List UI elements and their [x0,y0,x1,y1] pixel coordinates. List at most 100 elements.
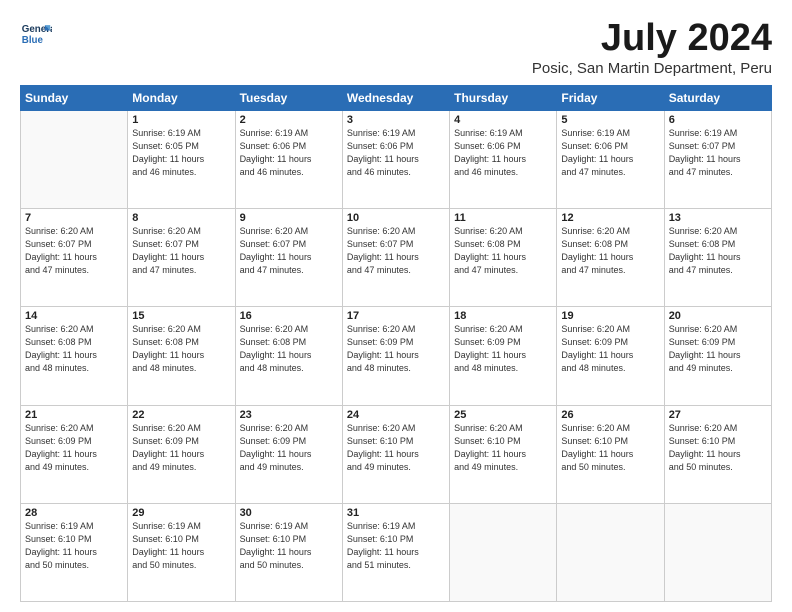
day-info: Sunrise: 6:20 AM Sunset: 6:10 PM Dayligh… [347,422,445,474]
day-number: 13 [669,212,767,224]
day-info: Sunrise: 6:20 AM Sunset: 6:10 PM Dayligh… [561,422,659,474]
main-title: July 2024 [532,18,772,60]
day-info: Sunrise: 6:20 AM Sunset: 6:09 PM Dayligh… [240,422,338,474]
day-info: Sunrise: 6:20 AM Sunset: 6:08 PM Dayligh… [240,323,338,375]
day-info: Sunrise: 6:20 AM Sunset: 6:08 PM Dayligh… [454,225,552,277]
day-info: Sunrise: 6:20 AM Sunset: 6:09 PM Dayligh… [347,323,445,375]
day-cell: 21Sunrise: 6:20 AM Sunset: 6:09 PM Dayli… [21,405,128,503]
day-info: Sunrise: 6:20 AM Sunset: 6:09 PM Dayligh… [132,422,230,474]
day-info: Sunrise: 6:19 AM Sunset: 6:10 PM Dayligh… [347,520,445,572]
day-cell: 15Sunrise: 6:20 AM Sunset: 6:08 PM Dayli… [128,307,235,405]
day-number: 17 [347,310,445,322]
day-number: 14 [25,310,123,322]
col-header-thursday: Thursday [450,85,557,110]
day-info: Sunrise: 6:20 AM Sunset: 6:09 PM Dayligh… [561,323,659,375]
day-cell: 19Sunrise: 6:20 AM Sunset: 6:09 PM Dayli… [557,307,664,405]
day-cell: 25Sunrise: 6:20 AM Sunset: 6:10 PM Dayli… [450,405,557,503]
day-cell: 28Sunrise: 6:19 AM Sunset: 6:10 PM Dayli… [21,503,128,601]
day-number: 4 [454,114,552,126]
day-info: Sunrise: 6:20 AM Sunset: 6:09 PM Dayligh… [454,323,552,375]
day-info: Sunrise: 6:19 AM Sunset: 6:10 PM Dayligh… [25,520,123,572]
day-number: 21 [25,409,123,421]
day-number: 18 [454,310,552,322]
col-header-saturday: Saturday [664,85,771,110]
col-header-sunday: Sunday [21,85,128,110]
col-header-friday: Friday [557,85,664,110]
day-info: Sunrise: 6:19 AM Sunset: 6:05 PM Dayligh… [132,127,230,179]
day-cell [450,503,557,601]
day-cell: 10Sunrise: 6:20 AM Sunset: 6:07 PM Dayli… [342,209,449,307]
day-number: 19 [561,310,659,322]
day-info: Sunrise: 6:20 AM Sunset: 6:10 PM Dayligh… [669,422,767,474]
day-info: Sunrise: 6:20 AM Sunset: 6:08 PM Dayligh… [669,225,767,277]
day-cell: 14Sunrise: 6:20 AM Sunset: 6:08 PM Dayli… [21,307,128,405]
day-info: Sunrise: 6:19 AM Sunset: 6:06 PM Dayligh… [347,127,445,179]
day-cell: 24Sunrise: 6:20 AM Sunset: 6:10 PM Dayli… [342,405,449,503]
day-number: 11 [454,212,552,224]
day-cell: 12Sunrise: 6:20 AM Sunset: 6:08 PM Dayli… [557,209,664,307]
day-info: Sunrise: 6:20 AM Sunset: 6:09 PM Dayligh… [669,323,767,375]
day-info: Sunrise: 6:20 AM Sunset: 6:08 PM Dayligh… [132,323,230,375]
day-cell [21,110,128,208]
subtitle: Posic, San Martin Department, Peru [532,60,772,77]
day-info: Sunrise: 6:20 AM Sunset: 6:10 PM Dayligh… [454,422,552,474]
day-number: 10 [347,212,445,224]
day-number: 6 [669,114,767,126]
day-number: 8 [132,212,230,224]
week-row-2: 7Sunrise: 6:20 AM Sunset: 6:07 PM Daylig… [21,209,772,307]
day-number: 24 [347,409,445,421]
day-cell: 30Sunrise: 6:19 AM Sunset: 6:10 PM Dayli… [235,503,342,601]
day-info: Sunrise: 6:19 AM Sunset: 6:10 PM Dayligh… [132,520,230,572]
day-number: 23 [240,409,338,421]
day-cell: 31Sunrise: 6:19 AM Sunset: 6:10 PM Dayli… [342,503,449,601]
col-header-monday: Monday [128,85,235,110]
day-number: 20 [669,310,767,322]
day-cell: 18Sunrise: 6:20 AM Sunset: 6:09 PM Dayli… [450,307,557,405]
day-info: Sunrise: 6:20 AM Sunset: 6:09 PM Dayligh… [25,422,123,474]
week-row-3: 14Sunrise: 6:20 AM Sunset: 6:08 PM Dayli… [21,307,772,405]
day-cell: 22Sunrise: 6:20 AM Sunset: 6:09 PM Dayli… [128,405,235,503]
day-cell: 4Sunrise: 6:19 AM Sunset: 6:06 PM Daylig… [450,110,557,208]
day-number: 26 [561,409,659,421]
day-cell: 1Sunrise: 6:19 AM Sunset: 6:05 PM Daylig… [128,110,235,208]
day-cell: 11Sunrise: 6:20 AM Sunset: 6:08 PM Dayli… [450,209,557,307]
day-info: Sunrise: 6:19 AM Sunset: 6:10 PM Dayligh… [240,520,338,572]
day-cell: 26Sunrise: 6:20 AM Sunset: 6:10 PM Dayli… [557,405,664,503]
day-info: Sunrise: 6:19 AM Sunset: 6:06 PM Dayligh… [240,127,338,179]
day-number: 3 [347,114,445,126]
week-row-4: 21Sunrise: 6:20 AM Sunset: 6:09 PM Dayli… [21,405,772,503]
day-number: 9 [240,212,338,224]
day-number: 16 [240,310,338,322]
day-number: 28 [25,507,123,519]
day-cell [664,503,771,601]
week-row-1: 1Sunrise: 6:19 AM Sunset: 6:05 PM Daylig… [21,110,772,208]
page: General Blue July 2024 Posic, San Martin… [0,0,792,612]
day-info: Sunrise: 6:20 AM Sunset: 6:08 PM Dayligh… [25,323,123,375]
day-info: Sunrise: 6:19 AM Sunset: 6:06 PM Dayligh… [561,127,659,179]
day-number: 31 [347,507,445,519]
col-header-wednesday: Wednesday [342,85,449,110]
day-cell: 27Sunrise: 6:20 AM Sunset: 6:10 PM Dayli… [664,405,771,503]
header: General Blue July 2024 Posic, San Martin… [20,18,772,77]
day-cell: 16Sunrise: 6:20 AM Sunset: 6:08 PM Dayli… [235,307,342,405]
day-cell: 7Sunrise: 6:20 AM Sunset: 6:07 PM Daylig… [21,209,128,307]
day-number: 7 [25,212,123,224]
day-number: 30 [240,507,338,519]
day-info: Sunrise: 6:20 AM Sunset: 6:07 PM Dayligh… [25,225,123,277]
calendar-table: SundayMondayTuesdayWednesdayThursdayFrid… [20,85,772,602]
col-header-tuesday: Tuesday [235,85,342,110]
day-cell: 17Sunrise: 6:20 AM Sunset: 6:09 PM Dayli… [342,307,449,405]
day-cell: 23Sunrise: 6:20 AM Sunset: 6:09 PM Dayli… [235,405,342,503]
title-block: July 2024 Posic, San Martin Department, … [532,18,772,77]
day-info: Sunrise: 6:20 AM Sunset: 6:08 PM Dayligh… [561,225,659,277]
day-cell: 2Sunrise: 6:19 AM Sunset: 6:06 PM Daylig… [235,110,342,208]
day-number: 1 [132,114,230,126]
header-row: SundayMondayTuesdayWednesdayThursdayFrid… [21,85,772,110]
day-info: Sunrise: 6:19 AM Sunset: 6:07 PM Dayligh… [669,127,767,179]
day-info: Sunrise: 6:19 AM Sunset: 6:06 PM Dayligh… [454,127,552,179]
logo-icon: General Blue [20,18,52,50]
day-cell [557,503,664,601]
day-info: Sunrise: 6:20 AM Sunset: 6:07 PM Dayligh… [132,225,230,277]
day-cell: 9Sunrise: 6:20 AM Sunset: 6:07 PM Daylig… [235,209,342,307]
day-number: 12 [561,212,659,224]
